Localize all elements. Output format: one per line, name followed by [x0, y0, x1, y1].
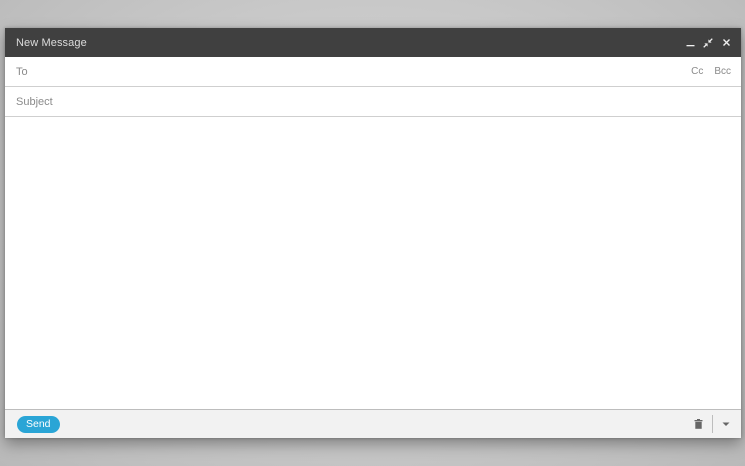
window-title: New Message [16, 36, 87, 49]
compose-window: New Message To Cc Bcc Subject Send [5, 28, 741, 438]
bcc-link[interactable]: Bcc [714, 66, 731, 77]
trash-icon[interactable] [691, 417, 705, 431]
to-label: To [16, 65, 28, 78]
window-controls [685, 37, 731, 48]
footer-divider [712, 415, 713, 433]
minimize-icon[interactable] [685, 38, 695, 48]
collapse-arrows-icon[interactable] [703, 37, 713, 48]
close-icon[interactable] [721, 38, 731, 48]
to-row: To Cc Bcc [5, 57, 741, 87]
subject-row [5, 87, 741, 117]
subject-input[interactable] [16, 87, 731, 116]
to-input[interactable] [33, 57, 692, 86]
chevron-down-icon[interactable] [721, 419, 731, 429]
cc-link[interactable]: Cc [691, 66, 703, 77]
footer-actions [691, 415, 731, 433]
compose-titlebar[interactable]: New Message [5, 28, 741, 57]
message-body[interactable] [5, 117, 741, 409]
send-button[interactable]: Send [17, 415, 60, 433]
cc-bcc-links: Cc Bcc [691, 66, 731, 77]
compose-footer: Send [5, 409, 741, 438]
